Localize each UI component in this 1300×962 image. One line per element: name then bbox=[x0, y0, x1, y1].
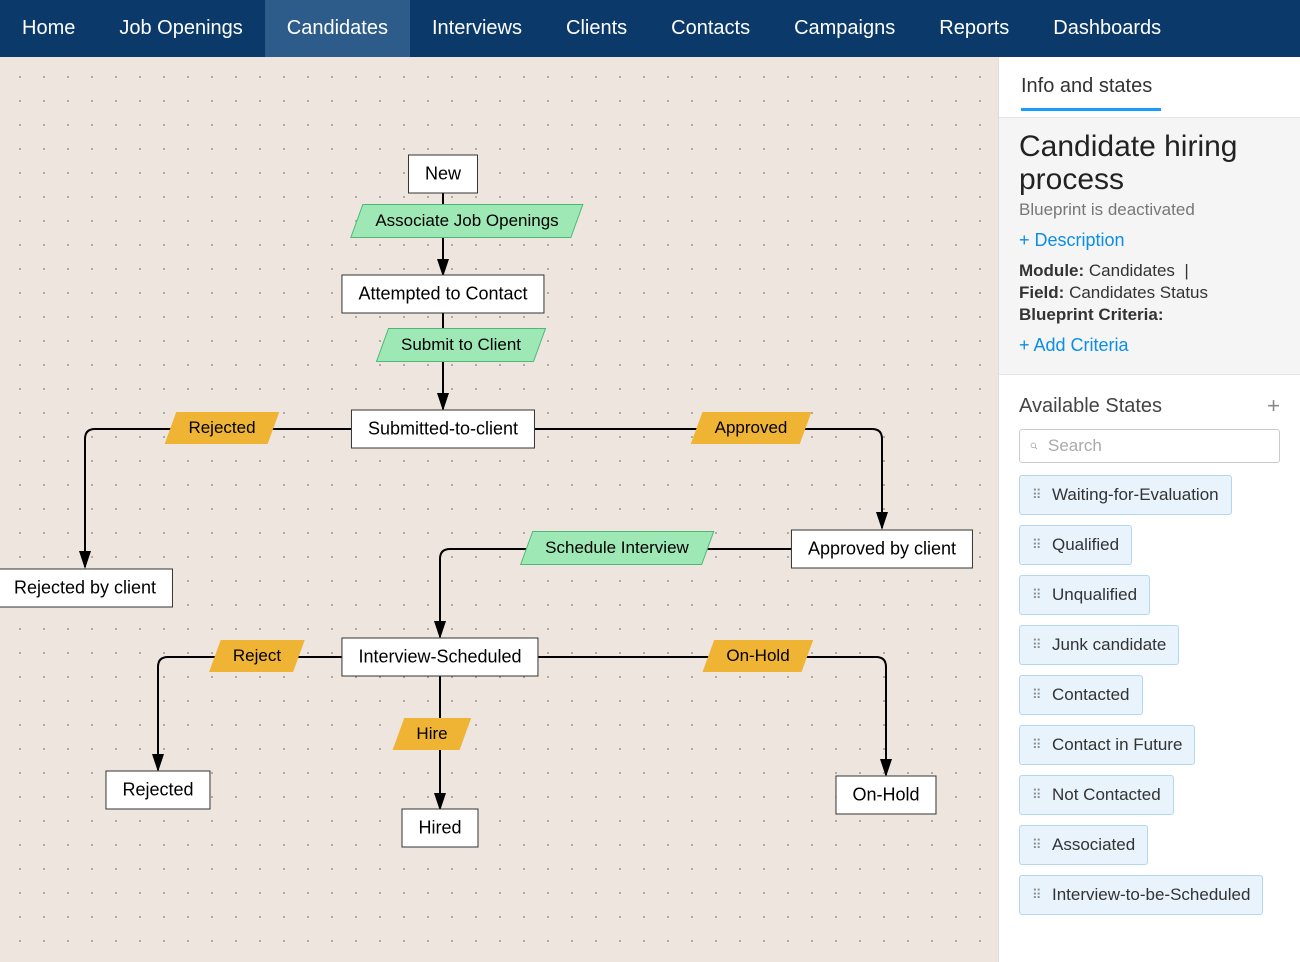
transition-approved[interactable]: Approved bbox=[691, 412, 811, 444]
nav-campaigns[interactable]: Campaigns bbox=[772, 0, 917, 57]
drag-icon: ⠿ bbox=[1032, 542, 1042, 548]
transition-reject[interactable]: Reject bbox=[209, 640, 305, 672]
state-rejected[interactable]: Rejected bbox=[105, 771, 210, 810]
available-states-title: Available States bbox=[1019, 395, 1162, 418]
state-chip[interactable]: ⠿Unqualified bbox=[1019, 575, 1150, 615]
available-states-header: Available States + bbox=[999, 375, 1300, 429]
transition-on-hold[interactable]: On-Hold bbox=[703, 640, 814, 672]
module-value: Candidates bbox=[1089, 261, 1175, 280]
sidebar-tab-info[interactable]: Info and states bbox=[999, 57, 1300, 108]
criteria-label: Blueprint Criteria: bbox=[1019, 305, 1164, 324]
available-states-list: ⠿Waiting-for-Evaluation ⠿Qualified ⠿Unqu… bbox=[999, 475, 1300, 915]
state-chip[interactable]: ⠿Not Contacted bbox=[1019, 775, 1174, 815]
sidebar: Info and states Candidate hiring process… bbox=[998, 57, 1300, 962]
drag-icon: ⠿ bbox=[1032, 592, 1042, 598]
nav-contacts[interactable]: Contacts bbox=[649, 0, 772, 57]
criteria-row: Blueprint Criteria: bbox=[1019, 305, 1280, 325]
nav-interviews[interactable]: Interviews bbox=[410, 0, 544, 57]
drag-icon: ⠿ bbox=[1032, 692, 1042, 698]
state-interview-scheduled[interactable]: Interview-Scheduled bbox=[341, 638, 538, 677]
drag-icon: ⠿ bbox=[1032, 842, 1042, 848]
nav-clients[interactable]: Clients bbox=[544, 0, 649, 57]
add-description-link[interactable]: + Description bbox=[1019, 230, 1125, 251]
state-approved-by-client[interactable]: Approved by client bbox=[791, 530, 973, 569]
field-value: Candidates Status bbox=[1069, 283, 1208, 302]
drag-icon: ⠿ bbox=[1032, 642, 1042, 648]
state-hired[interactable]: Hired bbox=[401, 809, 478, 848]
nav-job-openings[interactable]: Job Openings bbox=[97, 0, 264, 57]
module-row: Module: Candidates | bbox=[1019, 261, 1280, 281]
state-rejected-by-client[interactable]: Rejected by client bbox=[0, 569, 173, 608]
add-criteria-link[interactable]: + Add Criteria bbox=[1019, 335, 1280, 356]
state-search-box[interactable] bbox=[1019, 429, 1280, 463]
nav-home[interactable]: Home bbox=[0, 0, 97, 57]
transition-schedule-interview[interactable]: Schedule Interview bbox=[520, 531, 714, 565]
drag-icon: ⠿ bbox=[1032, 792, 1042, 798]
top-nav: Home Job Openings Candidates Interviews … bbox=[0, 0, 1300, 57]
blueprint-canvas[interactable]: New Attempted to Contact Submitted-to-cl… bbox=[0, 57, 998, 962]
field-label: Field: bbox=[1019, 283, 1064, 302]
module-label: Module: bbox=[1019, 261, 1084, 280]
state-chip[interactable]: ⠿Interview-to-be-Scheduled bbox=[1019, 875, 1263, 915]
state-new[interactable]: New bbox=[408, 155, 478, 194]
search-icon bbox=[1030, 437, 1038, 455]
state-on-hold[interactable]: On-Hold bbox=[835, 776, 936, 815]
blueprint-status: Blueprint is deactivated bbox=[1019, 200, 1280, 220]
state-chip[interactable]: ⠿Qualified bbox=[1019, 525, 1132, 565]
state-submitted-to-client[interactable]: Submitted-to-client bbox=[351, 410, 535, 449]
transition-rejected[interactable]: Rejected bbox=[165, 412, 280, 444]
state-chip[interactable]: ⠿Waiting-for-Evaluation bbox=[1019, 475, 1232, 515]
tab-underline bbox=[1021, 108, 1161, 111]
nav-dashboards[interactable]: Dashboards bbox=[1031, 0, 1183, 57]
transition-associate-job-openings[interactable]: Associate Job Openings bbox=[350, 204, 584, 238]
state-chip[interactable]: ⠿Contact in Future bbox=[1019, 725, 1195, 765]
nav-candidates[interactable]: Candidates bbox=[265, 0, 410, 57]
blueprint-title: Candidate hiring process bbox=[1019, 130, 1280, 196]
state-chip[interactable]: ⠿Associated bbox=[1019, 825, 1148, 865]
state-attempted-to-contact[interactable]: Attempted to Contact bbox=[341, 275, 544, 314]
drag-icon: ⠿ bbox=[1032, 492, 1042, 498]
blueprint-info-section: Candidate hiring process Blueprint is de… bbox=[999, 117, 1300, 375]
add-state-icon[interactable]: + bbox=[1267, 393, 1280, 419]
nav-reports[interactable]: Reports bbox=[917, 0, 1031, 57]
state-chip[interactable]: ⠿Contacted bbox=[1019, 675, 1143, 715]
field-row: Field: Candidates Status bbox=[1019, 283, 1280, 303]
drag-icon: ⠿ bbox=[1032, 892, 1042, 898]
flow-connectors bbox=[0, 57, 998, 962]
state-search-input[interactable] bbox=[1048, 436, 1269, 456]
drag-icon: ⠿ bbox=[1032, 742, 1042, 748]
transition-submit-to-client[interactable]: Submit to Client bbox=[376, 328, 546, 362]
transition-hire[interactable]: Hire bbox=[393, 718, 472, 750]
state-chip[interactable]: ⠿Junk candidate bbox=[1019, 625, 1179, 665]
